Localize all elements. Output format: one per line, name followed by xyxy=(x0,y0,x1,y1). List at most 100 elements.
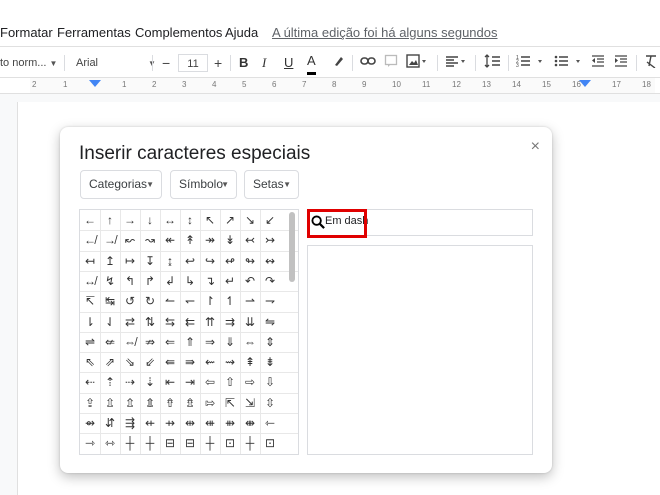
symbol-cell[interactable]: ⇅ xyxy=(140,312,160,332)
symbol-cell[interactable]: ⇟ xyxy=(260,352,280,372)
symbol-cell[interactable]: ⇆ xyxy=(160,312,180,332)
symbol-cell[interactable]: ↗ xyxy=(220,210,240,230)
underline-button[interactable]: U xyxy=(284,54,293,72)
categories-dropdown[interactable]: Categorias ▼ xyxy=(80,170,162,199)
last-edit-link[interactable]: A última edição foi há alguns segundos xyxy=(272,25,498,40)
symbol-cell[interactable]: ⇤ xyxy=(160,372,180,392)
menu-complementos[interactable]: Complementos xyxy=(135,25,222,40)
symbol-cell[interactable]: ⇐ xyxy=(160,332,180,352)
close-icon[interactable]: × xyxy=(531,138,540,156)
symbol-cell[interactable]: ⊟ xyxy=(180,433,200,453)
symbol-cell[interactable]: ⇼ xyxy=(240,413,260,433)
numbered-list-icon[interactable]: 123 xyxy=(516,54,546,72)
symbol-cell[interactable]: ↓ xyxy=(140,210,160,230)
symbol-cell[interactable]: ↦ xyxy=(120,251,140,271)
symbol-cell[interactable]: ↨ xyxy=(160,251,180,271)
symbol-cell[interactable]: ┼ xyxy=(140,433,160,453)
symbol-cell[interactable]: ⇂ xyxy=(80,312,100,332)
symbol-cell[interactable]: ⇣ xyxy=(140,372,160,392)
symbol-cell[interactable]: ⇿ xyxy=(100,433,120,453)
symbol-cell[interactable]: ⇈ xyxy=(200,312,220,332)
symbol-cell[interactable]: ⇸ xyxy=(160,413,180,433)
font-size-input[interactable]: 11 xyxy=(178,54,208,72)
symbol-cell[interactable]: ⇊ xyxy=(240,312,260,332)
symbol-cell[interactable]: ⇒ xyxy=(200,332,220,352)
symbol-cell[interactable]: ⇳ xyxy=(260,393,280,413)
symbol-cell[interactable]: ⇙ xyxy=(140,352,160,372)
symbol-cell[interactable]: ↮ xyxy=(80,271,100,291)
symbol-cell[interactable]: ⇮ xyxy=(160,393,180,413)
increase-font-button[interactable]: + xyxy=(214,54,222,72)
symbol-cell[interactable]: ↑ xyxy=(100,210,120,230)
symbol-cell[interactable]: ↭ xyxy=(260,251,280,271)
symbol-cell[interactable]: ↻ xyxy=(140,291,160,311)
symbol-cell[interactable]: ⇕ xyxy=(260,332,280,352)
symbol-cell[interactable]: ↶ xyxy=(240,271,260,291)
symbol-cell[interactable]: ⇰ xyxy=(200,393,220,413)
symbol-cell[interactable]: ↸ xyxy=(80,291,100,311)
symbol-cell[interactable]: ⊡ xyxy=(220,433,240,453)
comment-icon[interactable] xyxy=(384,54,398,72)
symbol-cell[interactable]: ↞ xyxy=(160,230,180,250)
symbol-cell[interactable]: ↴ xyxy=(200,271,220,291)
symbol-cell[interactable]: ⇫ xyxy=(100,393,120,413)
symbol-cell[interactable]: ⇬ xyxy=(120,393,140,413)
symbol-cell[interactable]: ↬ xyxy=(240,251,260,271)
increase-indent-icon[interactable] xyxy=(614,54,628,72)
symbol-cell[interactable]: ⇚ xyxy=(160,352,180,372)
symbol-cell[interactable]: ⇌ xyxy=(80,332,100,352)
symbol-cell[interactable]: ↳ xyxy=(180,271,200,291)
symbol-cell[interactable]: ⇷ xyxy=(140,413,160,433)
symbol-cell[interactable]: ⇄ xyxy=(120,312,140,332)
symbol-cell[interactable]: ↾ xyxy=(200,291,220,311)
symbol-cell[interactable]: ⇗ xyxy=(100,352,120,372)
symbol-cell[interactable]: ↽ xyxy=(180,291,200,311)
symbol-cell[interactable]: ⇔ xyxy=(240,332,260,352)
symbol-cell[interactable]: ↯ xyxy=(100,271,120,291)
symbol-cell[interactable]: ⇇ xyxy=(180,312,200,332)
symbol-cell[interactable]: ┼ xyxy=(200,433,220,453)
link-icon[interactable] xyxy=(360,54,376,72)
symbol-cell[interactable]: ⇱ xyxy=(220,393,240,413)
symbol-cell[interactable]: ↪ xyxy=(200,251,220,271)
arrows-dropdown[interactable]: Setas ▼ xyxy=(244,170,299,199)
image-icon[interactable] xyxy=(406,54,428,72)
symbol-cell[interactable]: ⇉ xyxy=(220,312,240,332)
symbol-cell[interactable]: ⇧ xyxy=(220,372,240,392)
symbol-cell[interactable]: ↣ xyxy=(260,230,280,250)
symbol-cell[interactable]: ⇀ xyxy=(240,291,260,311)
symbol-cell[interactable]: ↷ xyxy=(260,271,280,291)
symbol-cell[interactable]: ⇁ xyxy=(260,291,280,311)
decrease-font-button[interactable]: − xyxy=(162,54,170,72)
left-indent-marker[interactable] xyxy=(89,80,101,89)
symbol-cell[interactable]: ↛ xyxy=(100,230,120,250)
symbol-cell[interactable]: ↺ xyxy=(120,291,140,311)
bulleted-list-icon[interactable] xyxy=(554,54,584,72)
symbol-cell[interactable]: ↜ xyxy=(120,230,140,250)
symbol-cell[interactable]: ↚ xyxy=(80,230,100,250)
symbol-cell[interactable]: ← xyxy=(80,210,100,230)
symbol-cell[interactable]: ↤ xyxy=(80,251,100,271)
symbol-cell[interactable]: ↟ xyxy=(180,230,200,250)
symbol-cell[interactable]: ⇖ xyxy=(80,352,100,372)
symbol-cell[interactable]: ↿ xyxy=(220,291,240,311)
symbol-cell[interactable]: ↔ xyxy=(160,210,180,230)
symbol-cell[interactable]: ⇻ xyxy=(220,413,240,433)
symbol-cell[interactable]: ⇶ xyxy=(120,413,140,433)
clear-formatting-icon[interactable] xyxy=(644,54,658,72)
symbol-cell[interactable]: ⇍ xyxy=(100,332,120,352)
symbol-cell[interactable]: ⇨ xyxy=(240,372,260,392)
symbol-cell[interactable]: ⇯ xyxy=(180,393,200,413)
symbol-cell[interactable]: ⇞ xyxy=(240,352,260,372)
symbol-cell[interactable]: ⇃ xyxy=(100,312,120,332)
menu-ajuda[interactable]: Ajuda xyxy=(225,25,258,40)
symbol-cell[interactable]: ↘ xyxy=(240,210,260,230)
symbol-cell[interactable]: ↫ xyxy=(220,251,240,271)
symbol-cell[interactable]: ↧ xyxy=(140,251,160,271)
symbol-cell[interactable]: ↲ xyxy=(160,271,180,291)
symbol-cell[interactable]: ↼ xyxy=(160,291,180,311)
symbol-cell[interactable]: ⇑ xyxy=(180,332,200,352)
symbol-cell[interactable]: ↠ xyxy=(200,230,220,250)
symbol-cell[interactable]: ⇜ xyxy=(200,352,220,372)
right-indent-marker[interactable] xyxy=(579,80,591,89)
